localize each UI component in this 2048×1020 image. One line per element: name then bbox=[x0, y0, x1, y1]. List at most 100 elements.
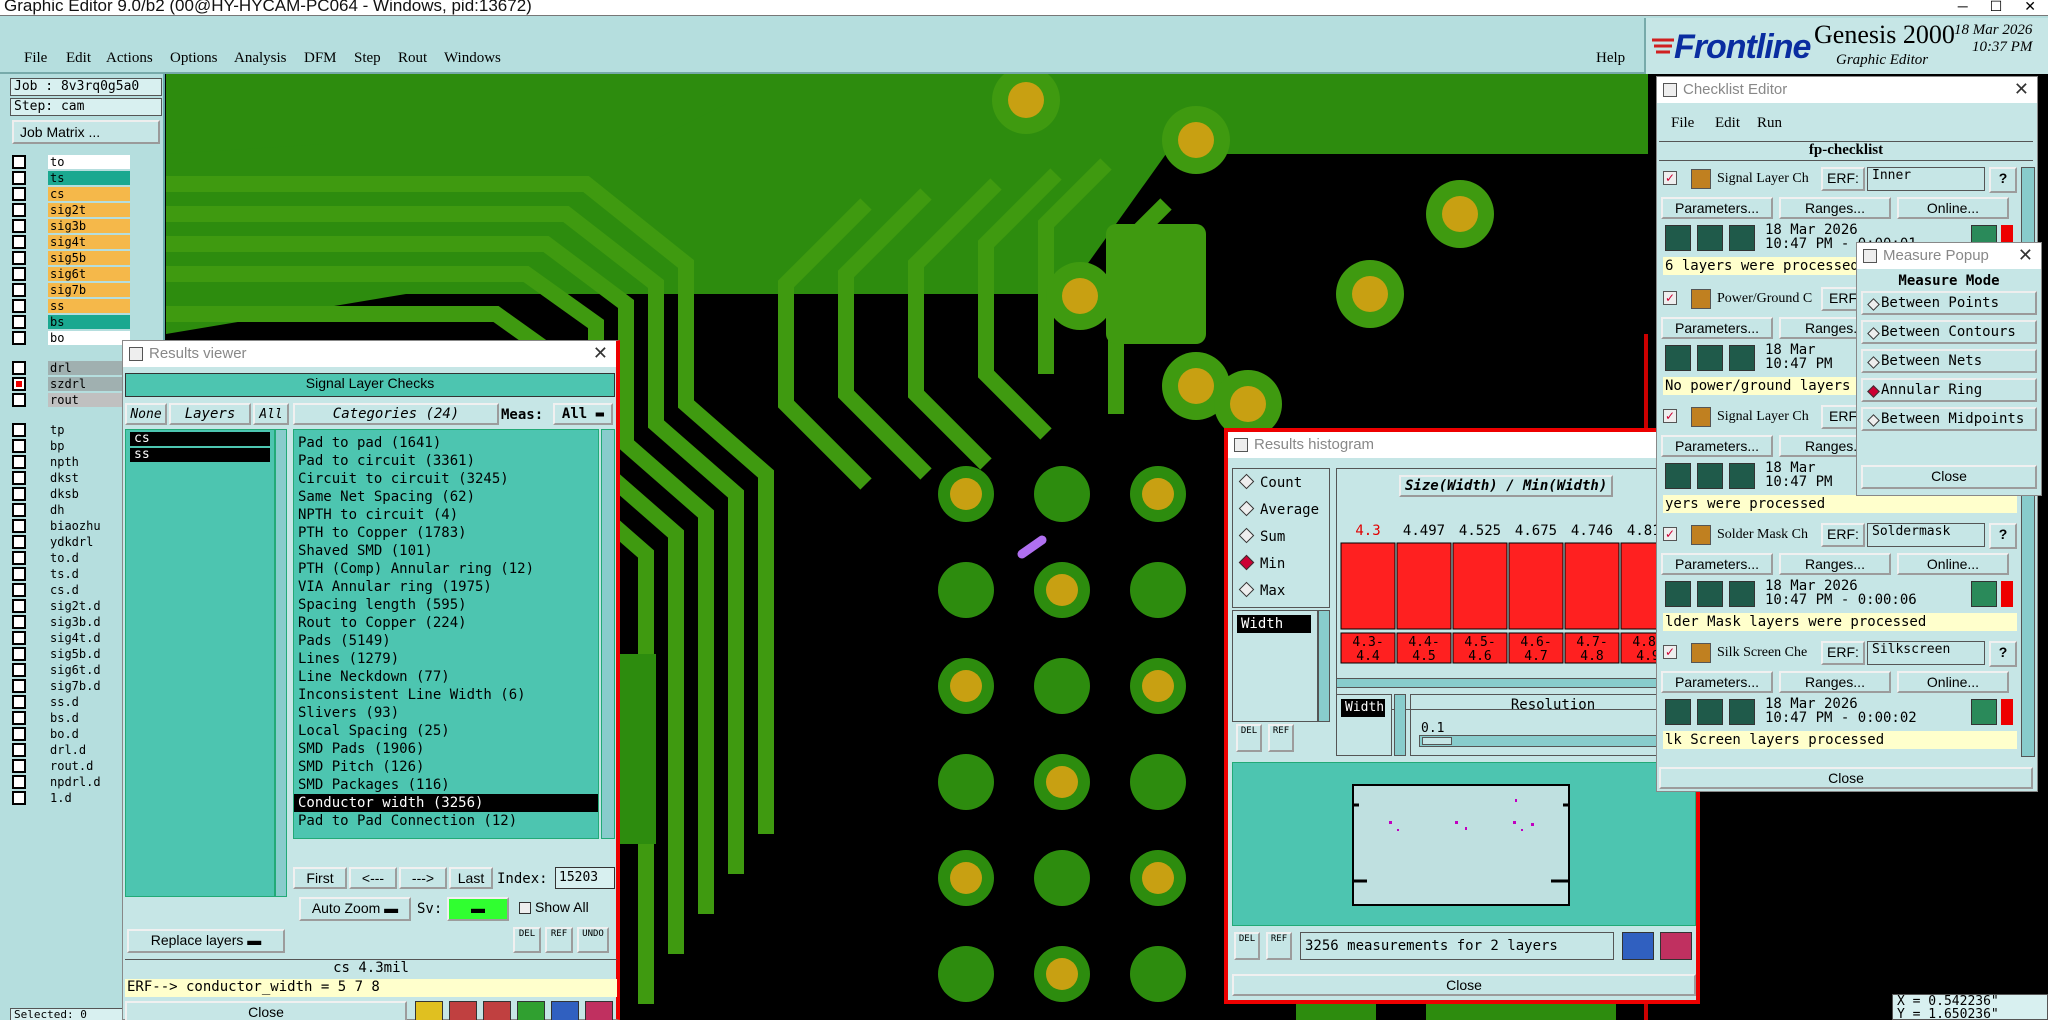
layer-row-to-d[interactable]: to.d bbox=[12, 550, 130, 565]
layer-name[interactable]: dkst bbox=[48, 470, 130, 485]
layer-name[interactable]: ss bbox=[48, 298, 130, 313]
online-button[interactable]: Online... bbox=[1897, 671, 2009, 693]
run-icon[interactable] bbox=[1729, 463, 1755, 489]
layer-name[interactable]: drl.d bbox=[48, 742, 130, 757]
online-button[interactable]: Online... bbox=[1897, 197, 2009, 219]
measure-between-points[interactable]: Between Points bbox=[1861, 291, 2037, 315]
category-item[interactable]: NPTH to circuit (4) bbox=[294, 506, 598, 524]
layer-name[interactable]: sig3b.d bbox=[48, 614, 130, 629]
run-icon[interactable] bbox=[1729, 345, 1755, 371]
layer-name[interactable]: drl bbox=[48, 360, 130, 375]
layer-checkbox[interactable] bbox=[12, 742, 26, 757]
layer-row-1-d[interactable]: 1.d bbox=[12, 790, 130, 805]
erf-button[interactable]: ERF: bbox=[1821, 167, 1865, 191]
sort-scrollbar[interactable] bbox=[1394, 694, 1406, 756]
layer-checkbox[interactable] bbox=[12, 266, 26, 281]
layer-checkbox[interactable] bbox=[12, 774, 26, 789]
category-item[interactable]: Pad to Pad Connection (12) bbox=[294, 812, 598, 830]
undo-button[interactable]: UNDO bbox=[577, 927, 609, 953]
preview-del-button[interactable]: DEL bbox=[1234, 932, 1260, 960]
mode-sum-radio[interactable]: Sum bbox=[1241, 529, 1285, 545]
replace-layers-dropdown[interactable]: Replace layers ▬ bbox=[127, 929, 285, 953]
layer-results-list[interactable]: cs ss bbox=[125, 429, 275, 897]
prev-button[interactable]: <--- bbox=[349, 867, 397, 889]
layer-row-dkst[interactable]: dkst bbox=[12, 470, 130, 485]
layer-checkbox[interactable] bbox=[12, 662, 26, 677]
category-item[interactable]: Local Spacing (25) bbox=[294, 722, 598, 740]
layer-row-tp[interactable]: tp bbox=[12, 422, 130, 437]
none-button[interactable]: None bbox=[125, 403, 167, 425]
layer-checkbox[interactable] bbox=[12, 392, 26, 407]
help-button[interactable]: ? bbox=[1989, 167, 2017, 193]
close-window-button[interactable]: ✕ bbox=[2024, 0, 2036, 15]
layer-row-cs-d[interactable]: cs.d bbox=[12, 582, 130, 597]
parameters-button[interactable]: Parameters... bbox=[1661, 671, 1773, 693]
layer-row-sig7b[interactable]: sig7b bbox=[12, 282, 130, 297]
layer-name[interactable]: sig2t bbox=[48, 202, 130, 217]
layer-checkbox[interactable] bbox=[12, 598, 26, 613]
run-icon[interactable] bbox=[1697, 581, 1723, 607]
action-checkbox[interactable]: ✓ bbox=[1663, 645, 1677, 659]
category-item[interactable]: Lines (1279) bbox=[294, 650, 598, 668]
menu-actions[interactable]: Actions bbox=[106, 50, 153, 74]
ranges-button[interactable]: Ranges... bbox=[1779, 671, 1891, 693]
layer-name[interactable]: to bbox=[48, 154, 130, 169]
run-icon[interactable] bbox=[1697, 345, 1723, 371]
layer-checkbox[interactable] bbox=[12, 758, 26, 773]
resolution-slider-thumb[interactable] bbox=[1422, 737, 1452, 745]
measure-between-midpoints[interactable]: Between Midpoints bbox=[1861, 407, 2037, 431]
layer-row-sig6t[interactable]: sig6t bbox=[12, 266, 130, 281]
parameters-button[interactable]: Parameters... bbox=[1661, 553, 1773, 575]
layer-checkbox[interactable] bbox=[12, 282, 26, 297]
sv-dropdown[interactable]: ▬ bbox=[447, 897, 509, 921]
next-button[interactable]: ---> bbox=[399, 867, 447, 889]
last-button[interactable]: Last bbox=[449, 867, 493, 889]
layer-row-sig3b[interactable]: sig3b bbox=[12, 218, 130, 233]
auto-zoom-dropdown[interactable]: Auto Zoom ▬ bbox=[299, 897, 411, 921]
layer-row-bs-d[interactable]: bs.d bbox=[12, 710, 130, 725]
layer-name[interactable]: npth bbox=[48, 454, 130, 469]
layer-checkbox[interactable] bbox=[12, 678, 26, 693]
layer-row-sig4t-d[interactable]: sig4t.d bbox=[12, 630, 130, 645]
action-checkbox[interactable]: ✓ bbox=[1663, 291, 1677, 305]
checklist-menu-edit[interactable]: Edit bbox=[1715, 115, 1740, 132]
histogram-bar[interactable] bbox=[1564, 542, 1620, 630]
mode-min-radio[interactable]: Min bbox=[1241, 556, 1285, 572]
layer-name[interactable]: bo bbox=[48, 330, 130, 345]
layer-row-sig6t-d[interactable]: sig6t.d bbox=[12, 662, 130, 677]
category-item[interactable]: PTH to Copper (1783) bbox=[294, 524, 598, 542]
help-button[interactable]: ? bbox=[1989, 641, 2017, 667]
layer-name[interactable]: rout.d bbox=[48, 758, 130, 773]
category-item[interactable]: Inconsistent Line Width (6) bbox=[294, 686, 598, 704]
layer-checkbox[interactable] bbox=[12, 694, 26, 709]
ranges-button[interactable]: Ranges... bbox=[1779, 553, 1891, 575]
layer-name[interactable]: npdrl.d bbox=[48, 774, 130, 789]
category-item[interactable]: Circuit to circuit (3245) bbox=[294, 470, 598, 488]
mode-average-radio[interactable]: Average bbox=[1241, 502, 1319, 518]
close-icon[interactable]: ✕ bbox=[593, 341, 608, 366]
layer-row-drl[interactable]: drl bbox=[12, 360, 130, 375]
layer-row-cs[interactable]: cs bbox=[12, 186, 130, 201]
layer-name[interactable]: sig4t.d bbox=[48, 630, 130, 645]
layer-checkbox[interactable] bbox=[12, 630, 26, 645]
layer-checkbox[interactable] bbox=[12, 438, 26, 453]
histogram-bar[interactable] bbox=[1340, 542, 1396, 630]
category-item[interactable]: SMD Pads (1906) bbox=[294, 740, 598, 758]
field-width-item[interactable]: Width bbox=[1237, 615, 1311, 633]
mode-max-radio[interactable]: Max bbox=[1241, 583, 1285, 599]
tool-icon[interactable] bbox=[517, 1001, 545, 1020]
tool-icon[interactable] bbox=[415, 1001, 443, 1020]
layer-name[interactable]: bs.d bbox=[48, 710, 130, 725]
histogram-ref-button[interactable]: REF bbox=[1268, 724, 1294, 752]
layer-name[interactable]: dksb bbox=[48, 486, 130, 501]
layer-row-ss-d[interactable]: ss.d bbox=[12, 694, 130, 709]
layer-checkbox[interactable] bbox=[12, 518, 26, 533]
layer-name[interactable]: sig5b.d bbox=[48, 646, 130, 661]
layer-name[interactable]: sig2t.d bbox=[48, 598, 130, 613]
measure-annular-ring[interactable]: Annular Ring bbox=[1861, 378, 2037, 402]
layer-checkbox[interactable] bbox=[12, 790, 26, 805]
layer-checkbox[interactable] bbox=[12, 454, 26, 469]
erf-button[interactable]: ERF: bbox=[1821, 523, 1865, 547]
histogram-bar[interactable] bbox=[1508, 542, 1564, 630]
action-checkbox[interactable]: ✓ bbox=[1663, 171, 1677, 185]
